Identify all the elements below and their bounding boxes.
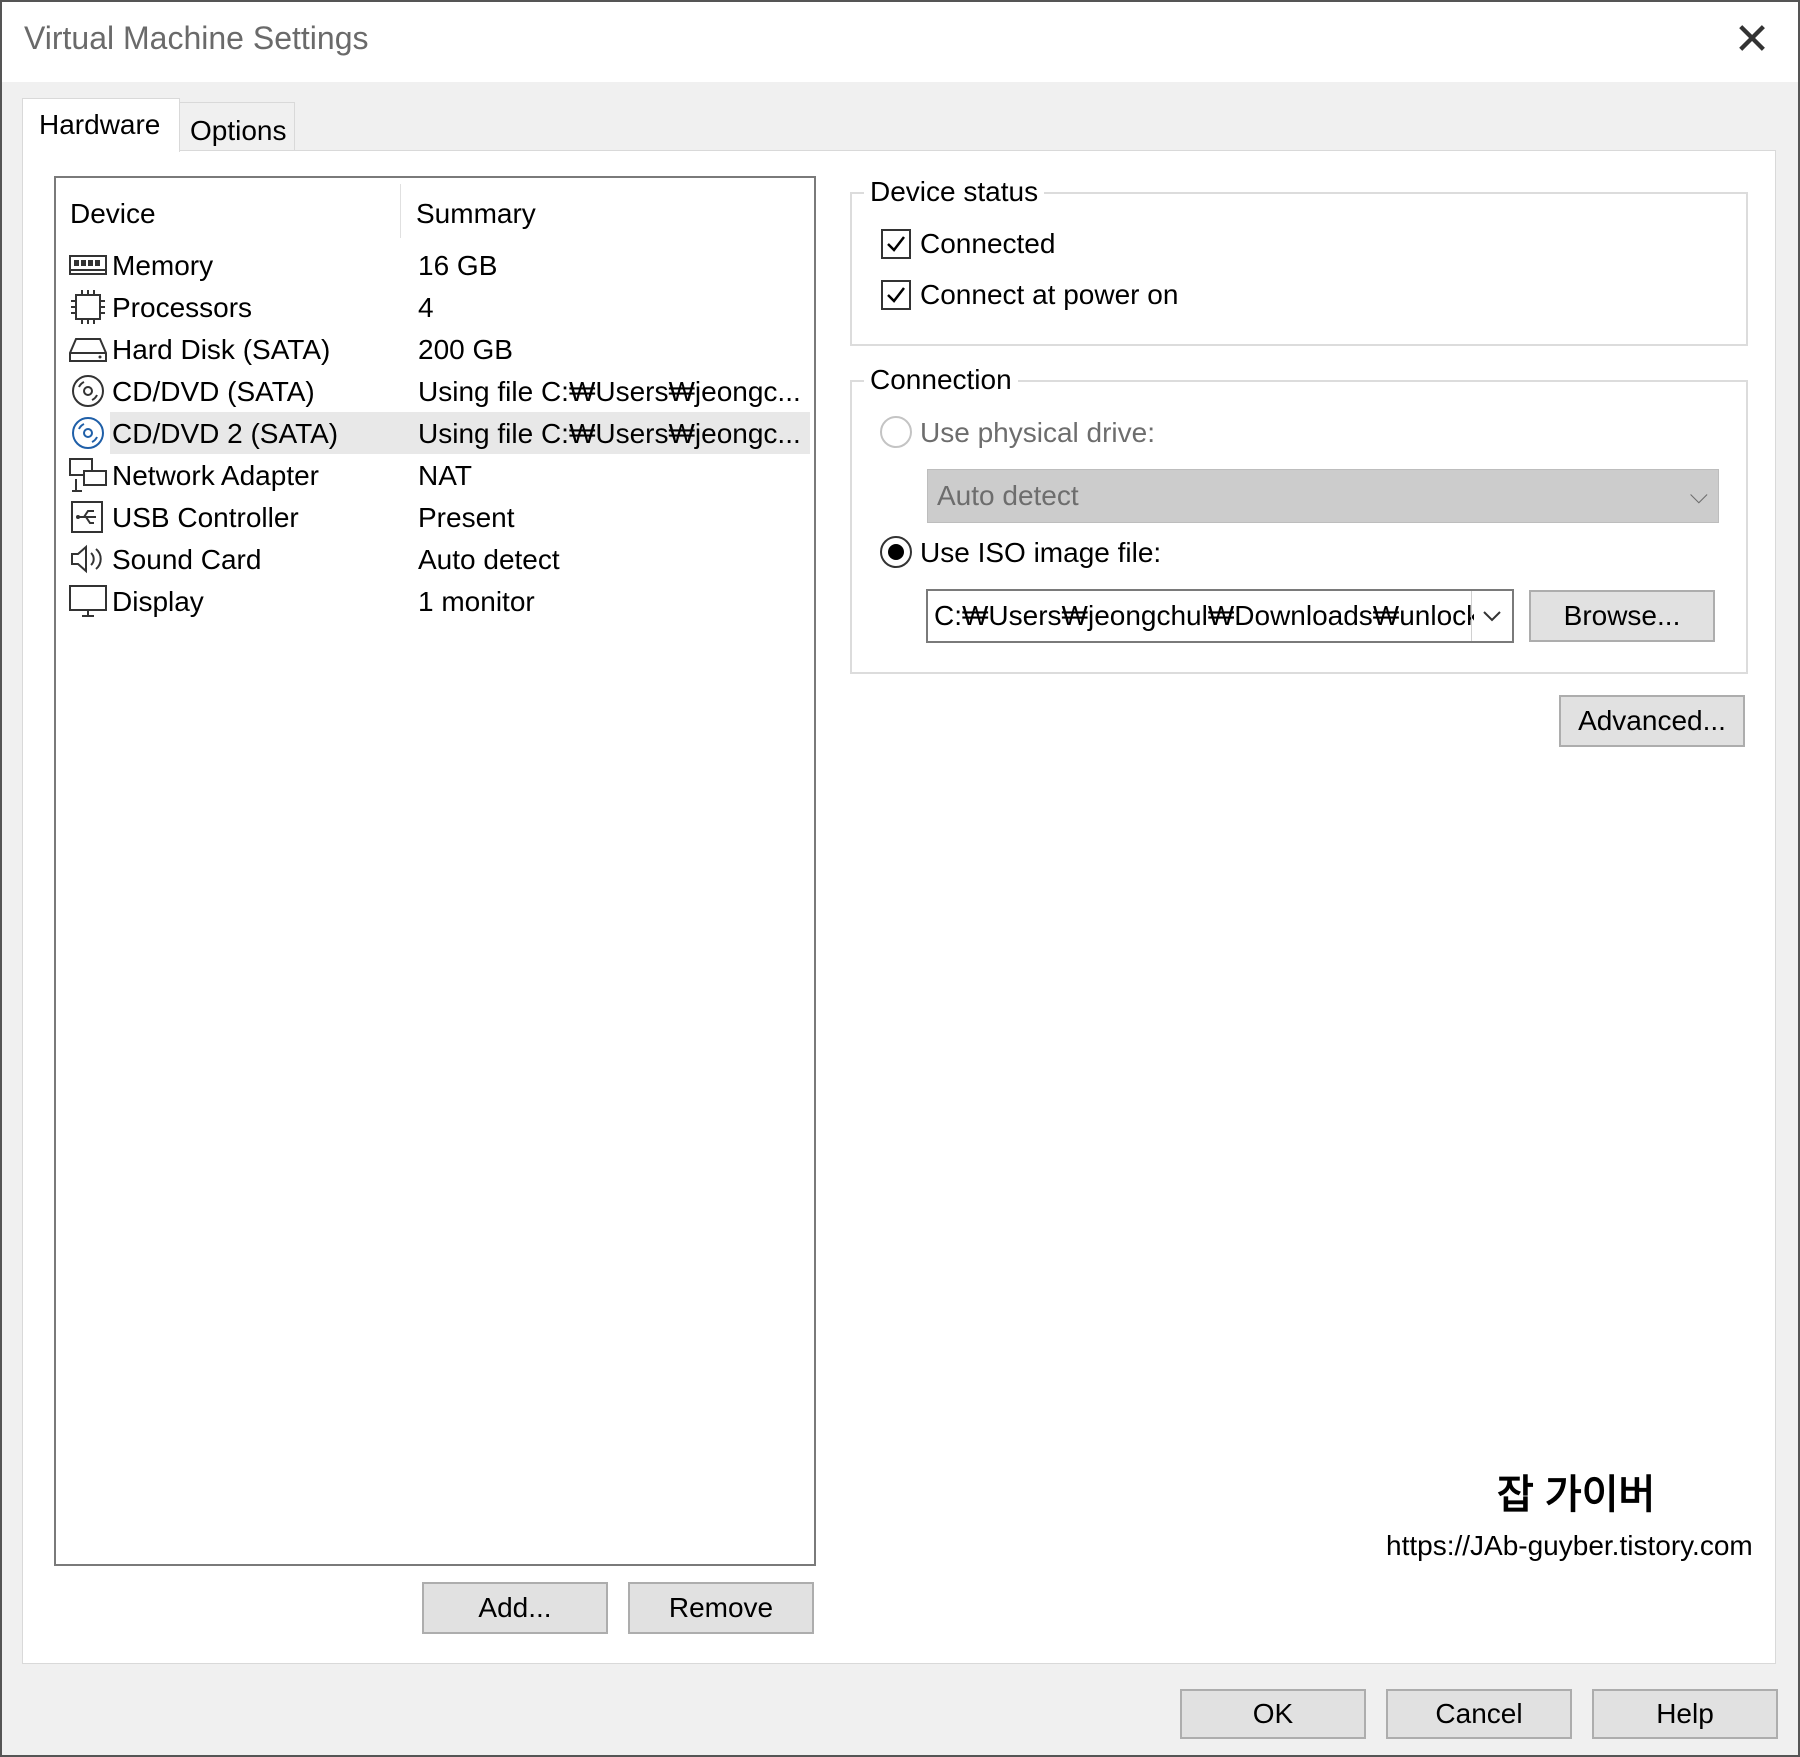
device-summary: 200 GB (418, 334, 513, 365)
device-summary: Auto detect (418, 544, 560, 575)
device-row-usb-controller[interactable]: USB Controller Present (56, 496, 810, 538)
close-button[interactable]: ✕ (1726, 14, 1778, 66)
device-summary: 1 monitor (418, 586, 535, 617)
checkmark-icon (887, 287, 905, 303)
hard-disk-icon (68, 331, 108, 367)
device-list: Device Summary Memory 16 GB Processors 4… (54, 176, 816, 1566)
advanced-button[interactable]: Advanced... (1559, 695, 1745, 747)
device-name: USB Controller (112, 502, 299, 533)
device-name: CD/DVD (SATA) (112, 376, 315, 407)
device-row-network-adapter[interactable]: Network Adapter NAT (56, 454, 810, 496)
add-device-button[interactable]: Add... (422, 1582, 608, 1634)
ok-button[interactable]: OK (1180, 1689, 1366, 1739)
speaker-icon (68, 541, 108, 577)
device-status-title: Device status (864, 176, 1045, 208)
device-name: Sound Card (112, 544, 262, 575)
connection-title: Connection (864, 364, 1018, 396)
column-header-summary[interactable]: Summary (416, 198, 536, 230)
tab-options[interactable]: Options (179, 102, 295, 150)
use-physical-drive-radio[interactable] (880, 416, 912, 448)
watermark-url: https://JAb-guyber.tistory.com (1386, 1530, 1753, 1561)
device-name: Memory (112, 250, 214, 281)
connected-label[interactable]: Connected (920, 228, 1055, 260)
device-name: Hard Disk (SATA) (112, 334, 331, 365)
iso-path-input[interactable] (934, 595, 1474, 637)
remove-device-button[interactable]: Remove (628, 1582, 814, 1634)
title-bar: Virtual Machine Settings ✕ (2, 2, 1798, 82)
use-iso-image-label[interactable]: Use ISO image file: (920, 537, 1161, 569)
device-summary: Present (418, 502, 515, 533)
device-name: Processors (112, 292, 253, 323)
device-name: Network Adapter (112, 460, 319, 491)
column-divider[interactable] (400, 184, 401, 238)
chevron-down-icon (1483, 611, 1501, 622)
use-physical-drive-label[interactable]: Use physical drive: (920, 417, 1155, 449)
memory-icon (68, 247, 108, 283)
device-summary: 4 (418, 292, 434, 323)
cancel-button[interactable]: Cancel (1386, 1689, 1572, 1739)
connected-checkbox[interactable] (881, 229, 911, 259)
device-name: Display (112, 586, 204, 617)
tab-hardware[interactable]: Hardware (22, 98, 180, 152)
device-summary: Using file C:₩Users₩jeongc... (418, 376, 801, 407)
help-button[interactable]: Help (1592, 1689, 1778, 1739)
chevron-down-icon: ⌵ (1689, 482, 1708, 509)
cd-dvd-icon (68, 373, 108, 409)
display-icon (68, 583, 108, 619)
device-summary: NAT (418, 460, 472, 491)
watermark-name: 잡 가이버 (1497, 1473, 1656, 1517)
device-status-group (850, 192, 1748, 346)
physical-drive-value: Auto detect (937, 480, 1079, 511)
cd-dvd-icon (68, 415, 108, 451)
close-icon: ✕ (1733, 15, 1771, 64)
column-header-device[interactable]: Device (70, 198, 156, 230)
window-title: Virtual Machine Settings (24, 20, 369, 56)
physical-drive-select[interactable]: Auto detect ⌵ (927, 469, 1719, 523)
device-row-cd-dvd-2[interactable]: CD/DVD 2 (SATA) Using file C:₩Users₩jeon… (56, 412, 810, 454)
iso-path-dropdown[interactable] (1471, 591, 1512, 641)
connect-at-power-on-label[interactable]: Connect at power on (920, 279, 1178, 311)
use-iso-image-radio[interactable] (880, 536, 912, 568)
iso-path-combo[interactable] (926, 589, 1514, 643)
device-row-hard-disk[interactable]: Hard Disk (SATA) 200 GB (56, 328, 810, 370)
device-row-sound-card[interactable]: Sound Card Auto detect (56, 538, 810, 580)
device-row-memory[interactable]: Memory 16 GB (56, 244, 810, 286)
checkmark-icon (887, 236, 905, 252)
vm-settings-dialog: Virtual Machine Settings ✕ Hardware Opti… (0, 0, 1800, 1757)
device-name: CD/DVD 2 (SATA) (112, 418, 339, 449)
device-summary: 16 GB (418, 250, 498, 281)
usb-icon (68, 499, 108, 535)
device-row-processors[interactable]: Processors 4 (56, 286, 810, 328)
connect-at-power-on-checkbox[interactable] (881, 280, 911, 310)
network-adapter-icon (68, 457, 108, 493)
device-row-display[interactable]: Display 1 monitor (56, 580, 810, 622)
device-list-header: Device Summary (56, 178, 814, 248)
device-row-cd-dvd[interactable]: CD/DVD (SATA) Using file C:₩Users₩jeongc… (56, 370, 810, 412)
browse-button[interactable]: Browse... (1529, 590, 1715, 642)
device-summary: Using file C:₩Users₩jeongc... (418, 418, 801, 449)
radio-selected-dot (888, 544, 904, 560)
processor-icon (68, 289, 108, 325)
